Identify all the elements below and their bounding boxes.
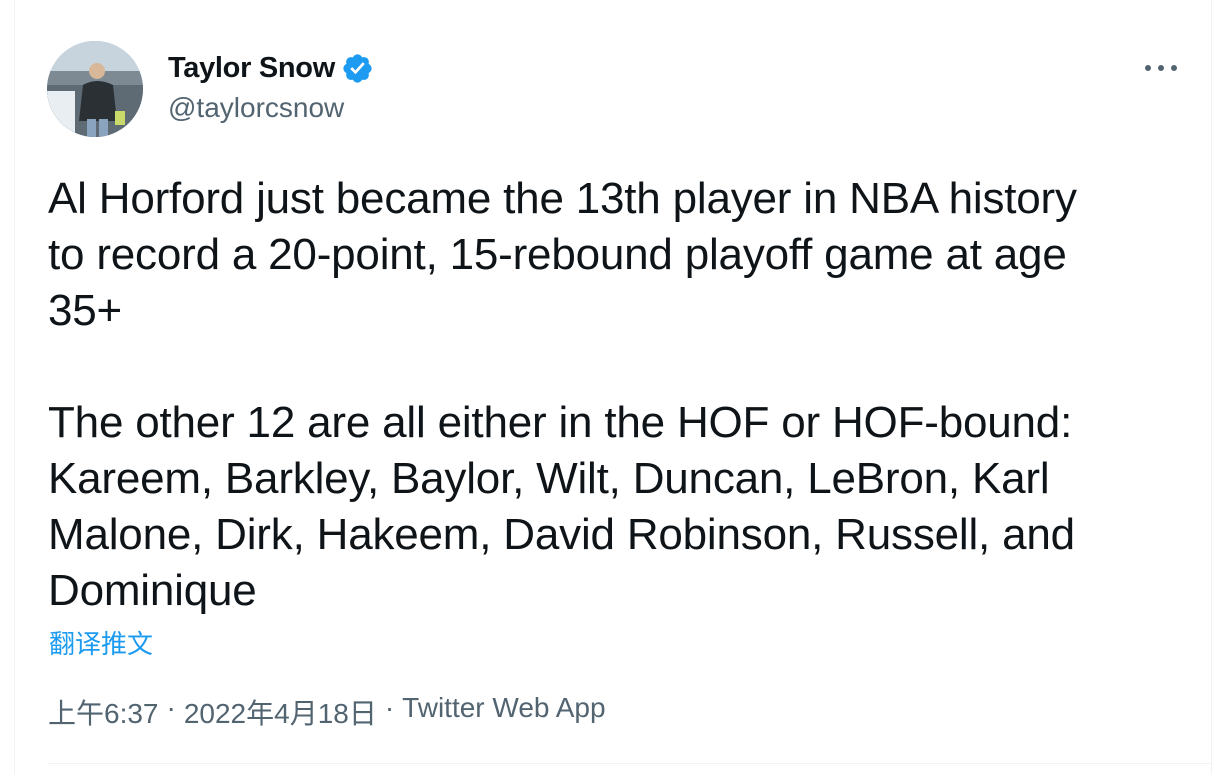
author-name[interactable]: Taylor Snow — [168, 52, 335, 85]
tweet-date[interactable]: 2022年4月18日 — [184, 692, 377, 732]
tweet-text: Al Horford just became the 13th player i… — [48, 174, 1077, 615]
author-handle[interactable]: @taylorcsnow — [168, 92, 344, 124]
tweet-time[interactable]: 上午6:37 — [48, 692, 159, 732]
author-name-row: Taylor Snow — [168, 52, 374, 85]
tweet-metadata: 上午6:37 · 2022年4月18日 · Twitter Web App — [48, 692, 606, 732]
verified-badge-icon — [343, 54, 372, 83]
avatar-photo-icon — [47, 41, 143, 137]
more-options-icon[interactable] — [1143, 56, 1179, 80]
author-avatar[interactable] — [47, 41, 143, 137]
translate-tweet-link[interactable]: 翻译推文 — [49, 624, 153, 661]
meta-separator: · — [166, 692, 176, 723]
tweet-source[interactable]: Twitter Web App — [402, 692, 605, 732]
divider — [48, 763, 1211, 764]
meta-separator: · — [384, 692, 395, 723]
tweet-card: Taylor Snow @taylorcsnow Al Horford just… — [14, 0, 1212, 774]
